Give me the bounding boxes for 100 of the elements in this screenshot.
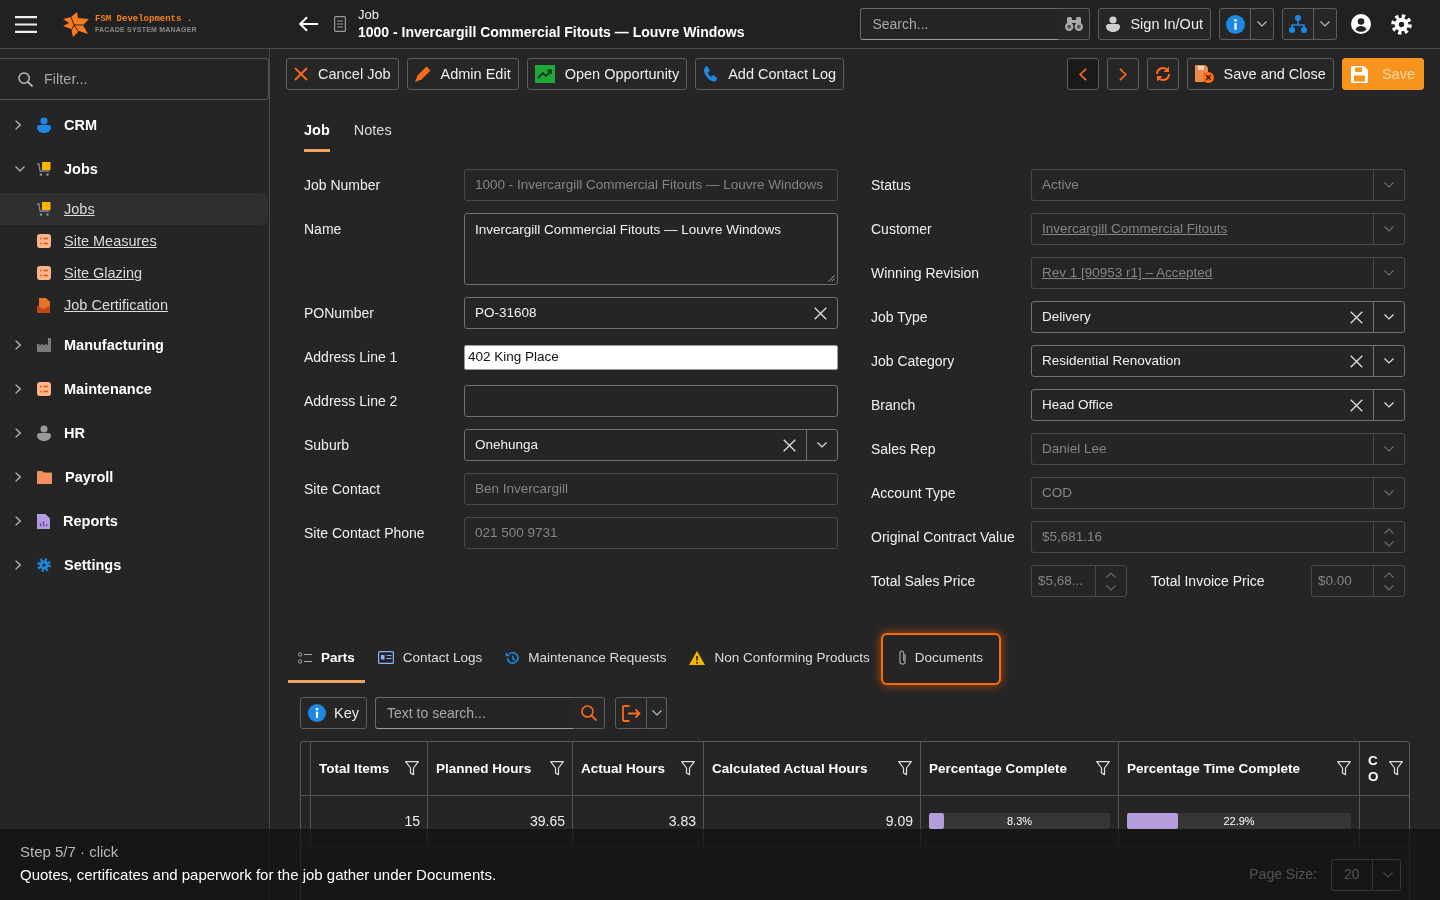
next-button[interactable] (1106, 58, 1139, 90)
clear-icon[interactable] (1350, 398, 1363, 412)
column-header[interactable]: Actual Hours (581, 759, 665, 778)
sidebar-link[interactable]: Jobs (0, 193, 268, 225)
factory-icon (37, 338, 51, 352)
dropdown-field[interactable]: Onehunga (464, 429, 838, 461)
info-icon (308, 704, 326, 722)
column-header[interactable]: Percentage Time Complete (1127, 759, 1301, 778)
page-title: 1000 - Invercargill Commercial Fitouts — Louvre Windows (358, 23, 745, 41)
field-label: Name (304, 220, 343, 239)
sidebar-item[interactable]: CRM (0, 103, 269, 147)
field-label: PONumber (304, 304, 376, 323)
contact-card-icon (377, 651, 394, 664)
tour-step: Step 5/7 · click (20, 842, 119, 862)
filter-icon[interactable] (550, 761, 564, 776)
dropdown-button[interactable] (647, 697, 667, 729)
field-label: Site Contact Phone (304, 524, 426, 543)
tab[interactable]: Notes (353, 112, 392, 152)
field-label: Total Sales Price (871, 572, 977, 591)
field-label: Address Line 2 (304, 392, 399, 411)
text-field[interactable]: 402 King Place (464, 344, 838, 370)
logo-icon (62, 11, 90, 37)
clear-icon[interactable] (814, 306, 827, 320)
person-icon (1106, 16, 1121, 32)
tab[interactable]: Maintenance Requests (495, 635, 677, 683)
user-circle-icon[interactable] (1351, 14, 1371, 34)
filter-icon[interactable] (681, 761, 695, 776)
paperclip-icon (898, 650, 906, 665)
pencil-icon (414, 66, 431, 82)
contact-log-button[interactable]: Add Contact Log (695, 58, 845, 90)
edit-button[interactable]: Admin Edit (406, 58, 519, 90)
sidebar-item[interactable]: Jobs (0, 147, 269, 191)
sidebar-item[interactable]: HR (0, 411, 269, 455)
org-chart-button[interactable] (1282, 8, 1314, 40)
column-header[interactable]: Total Items (319, 759, 390, 778)
dropdown-field[interactable]: Delivery (1031, 301, 1405, 333)
clear-icon[interactable] (1350, 354, 1363, 368)
progress-label: 8.3% (1005, 813, 1034, 829)
cart-icon (37, 202, 51, 216)
export-icon (621, 704, 641, 722)
filter-icon[interactable] (405, 761, 419, 776)
cancel-button[interactable]: Cancel Job (286, 58, 399, 90)
info-icon (1225, 14, 1245, 34)
sidebar-item[interactable]: Manufacturing (0, 323, 269, 367)
field-label: Job Type (871, 308, 929, 327)
dropdown-field[interactable]: Residential Renovation (1031, 345, 1405, 377)
close-icon (294, 67, 308, 81)
brand-name: FSM Developments . (95, 14, 194, 25)
sidebar-item[interactable]: Settings (0, 543, 269, 587)
dropdown-field[interactable]: Head Office (1031, 389, 1405, 421)
text-area[interactable]: Invercargill Commercial Fitouts — Louvre Windows (464, 213, 838, 285)
search-field[interactable]: Search... (860, 8, 1059, 40)
info-button[interactable] (1219, 8, 1251, 40)
column-header[interactable]: Percentage Complete (929, 759, 1068, 778)
key-button[interactable]: Key (300, 697, 367, 729)
sidebar-link[interactable]: Site Measures (0, 225, 268, 257)
report-icon (37, 513, 50, 529)
field-label: Account Type (871, 484, 957, 503)
trend-chart-icon (534, 65, 555, 83)
sidebar-item[interactable]: Payroll (0, 455, 269, 499)
filter-icon[interactable] (1389, 761, 1403, 776)
tab[interactable]: Non Conforming Products (679, 635, 880, 683)
search-button[interactable] (1058, 8, 1091, 40)
sidebar-item[interactable]: Reports (0, 499, 269, 543)
save-close-button[interactable]: Save and Close (1186, 58, 1334, 90)
history-icon (505, 650, 520, 665)
column-header[interactable]: Calculated Actual Hours (712, 759, 868, 778)
sidebar-link[interactable]: Site Glazing (0, 257, 268, 289)
refresh-button[interactable] (1146, 58, 1179, 90)
search-field[interactable]: Text to search... (375, 697, 573, 729)
export-button[interactable] (615, 697, 647, 729)
sign-in-button[interactable]: Sign In/Out (1098, 8, 1211, 40)
filter-icon[interactable] (1337, 761, 1351, 776)
resize-grip-icon[interactable] (828, 275, 835, 282)
person-icon (37, 425, 51, 441)
tab[interactable]: Job (304, 112, 330, 152)
sidebar-link[interactable]: Job Certification (0, 289, 268, 321)
filter-field[interactable]: Filter... (0, 58, 269, 100)
text-field[interactable]: PO-31608 (464, 297, 838, 329)
tab[interactable]: Contact Logs (367, 635, 493, 683)
column-header[interactable]: Planned Hours (436, 759, 532, 778)
text-field[interactable] (464, 385, 838, 417)
clear-icon[interactable] (783, 438, 796, 452)
column-header[interactable]: C O (1368, 753, 1377, 784)
search-button[interactable] (573, 697, 605, 729)
clear-icon[interactable] (1350, 310, 1363, 324)
checklist-icon (37, 382, 51, 396)
sidebar-item[interactable]: Maintenance (0, 367, 269, 411)
filter-icon[interactable] (1096, 761, 1110, 776)
settings-icon[interactable] (1391, 13, 1412, 35)
back-arrow-icon[interactable] (298, 16, 318, 32)
tab[interactable]: Parts (288, 635, 365, 683)
dropdown-button[interactable] (1314, 8, 1337, 40)
tab[interactable]: Documents (882, 635, 1000, 683)
opportunity-button[interactable]: Open Opportunity (526, 58, 688, 90)
menu-icon[interactable] (15, 15, 37, 33)
filter-icon[interactable] (898, 761, 912, 776)
filter-input[interactable]: Filter... (44, 69, 244, 89)
field-label: Suburb (304, 436, 351, 455)
list-icon (298, 651, 312, 664)
